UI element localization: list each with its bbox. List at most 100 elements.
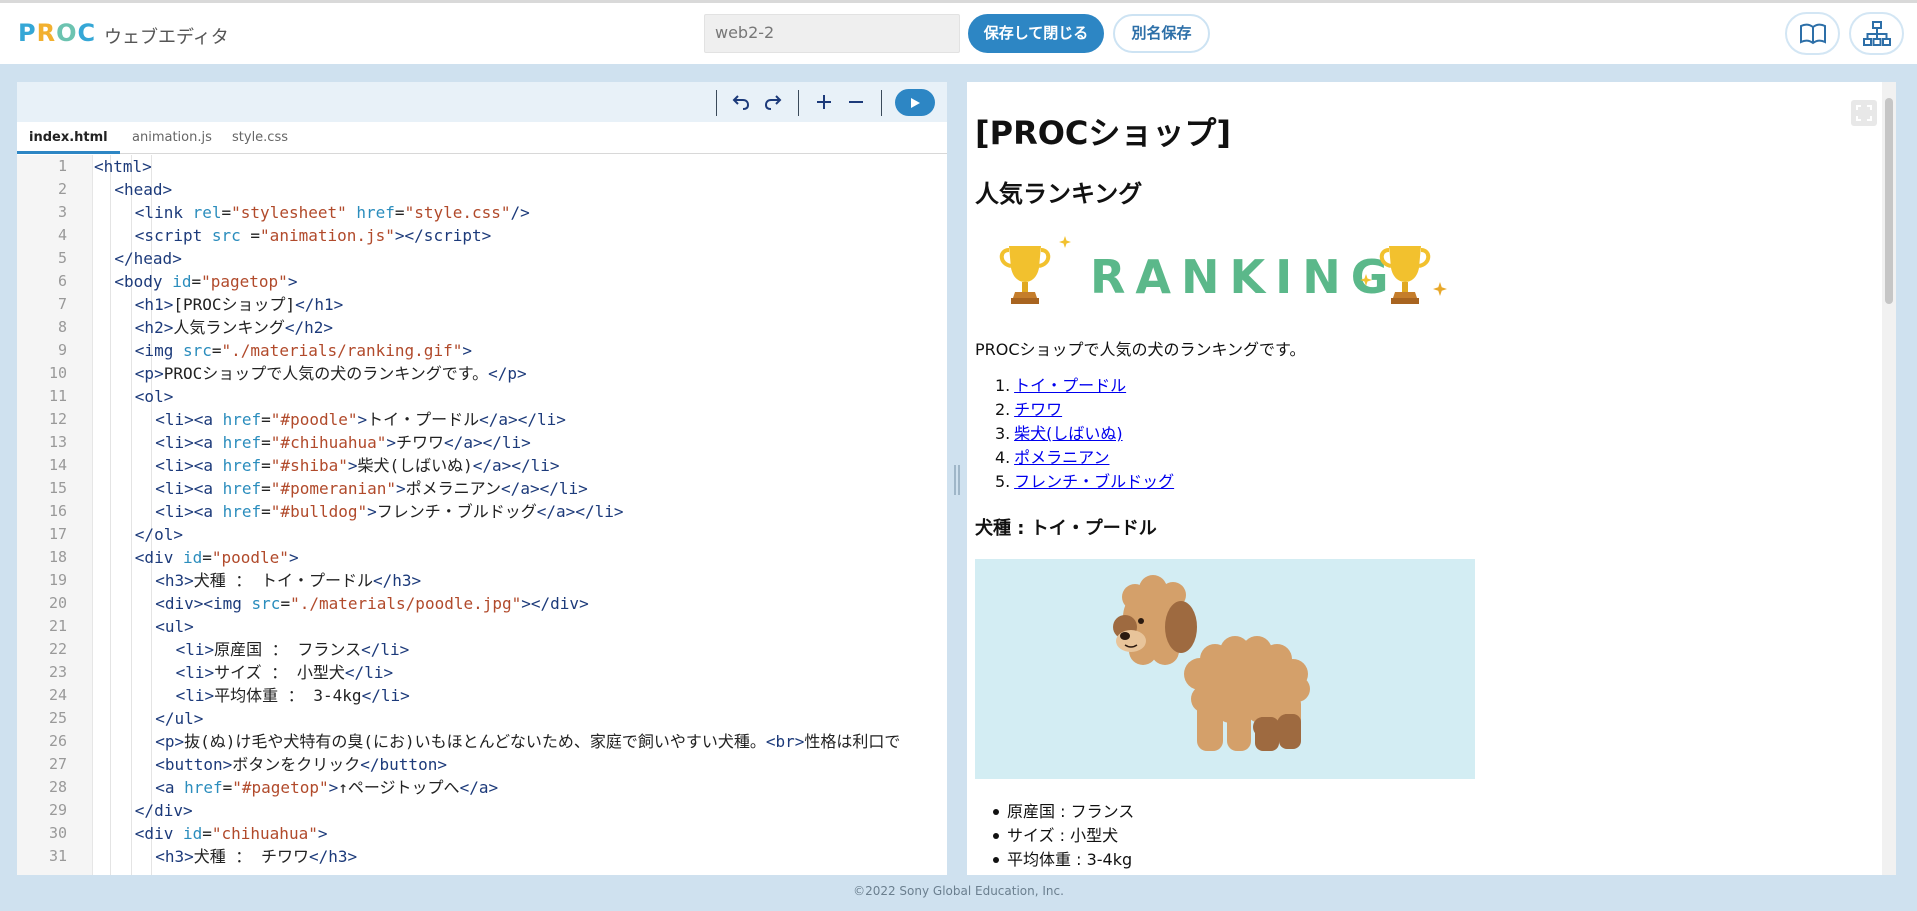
line-number: 8 <box>57 318 67 336</box>
code-text: <html> <box>94 157 152 176</box>
code-text: <link rel="stylesheet" href="style.css"/… <box>134 203 530 222</box>
line-number: 1 <box>57 157 67 175</box>
code-line: 11 <ol> <box>17 385 947 408</box>
ranking-link-bulldog[interactable]: フレンチ・ブルドッグ <box>1014 472 1174 491</box>
code-line: 20 <div><img src="./materials/poodle.jpg"… <box>17 592 947 615</box>
code-line: 12 <li><a href="#poodle">トイ・プードル</a></li> <box>17 408 947 431</box>
tab-animation-js[interactable]: animation.js <box>120 122 224 154</box>
line-number: 3 <box>57 203 67 221</box>
filename-input[interactable]: web2-2 <box>704 14 960 53</box>
sparkle-icon <box>1433 282 1447 296</box>
proc-logo: PROC <box>18 19 97 47</box>
line-number: 13 <box>48 433 67 451</box>
code-line: 15 <li><a href="#pomeranian">ポメラニアン</a></… <box>17 477 947 500</box>
code-text: <img src="./materials/ranking.gif"> <box>134 341 472 360</box>
panel-splitter[interactable] <box>954 465 960 495</box>
list-item: 原産国 : フランス <box>992 800 1134 824</box>
code-line: 27 <button>ボタンをクリック</button> <box>17 753 947 776</box>
book-button[interactable] <box>1785 12 1840 55</box>
code-area[interactable]: 1 <html> 2 <head> 3 <link rel="stylesheet" hr… <box>17 155 947 875</box>
list-number: 2. <box>995 400 1011 419</box>
line-number: 16 <box>48 502 67 520</box>
code-text: <div id="poodle"> <box>134 548 299 567</box>
ranking-link-shiba[interactable]: 柴犬(しばいぬ) <box>1014 424 1123 443</box>
code-text: <li><a href="#pomeranian">ポメラニアン</a></li… <box>155 479 588 498</box>
code-text: <button>ボタンをクリック</button> <box>155 755 447 774</box>
run-icon <box>911 97 920 108</box>
tab-style-css[interactable]: style.css <box>220 122 300 154</box>
preview-scrollbar[interactable] <box>1882 82 1896 875</box>
line-number: 5 <box>57 249 67 267</box>
run-button[interactable] <box>895 89 935 116</box>
zoom-in-button[interactable] <box>810 88 838 116</box>
toolbar-separator <box>716 90 717 116</box>
sparkle-icon <box>1360 274 1372 286</box>
ranking-link-pomeranian[interactable]: ポメラニアン <box>1014 448 1109 467</box>
ranking-list: 1. トイ・プードル 2. チワワ 3. 柴犬(しばいぬ) 4. ポメラニアン … <box>995 374 1174 494</box>
list-item: 4. ポメラニアン <box>995 446 1174 470</box>
line-number: 31 <box>48 847 67 865</box>
ranking-link-poodle[interactable]: トイ・プードル <box>1014 376 1126 395</box>
save-and-close-button[interactable]: 保存して閉じる <box>968 14 1104 53</box>
code-text: <head> <box>114 180 173 199</box>
toolbar-separator <box>798 90 799 116</box>
code-line: 18 <div id="poodle"> <box>17 546 947 569</box>
code-text: <ul> <box>155 617 194 636</box>
list-item: サイズ : 小型犬 <box>992 824 1134 848</box>
book-icon <box>1799 23 1826 44</box>
code-text: <li><a href="#chihuahua">チワワ</a></li> <box>155 433 531 452</box>
code-text: <div><img src="./materials/poodle.jpg"><… <box>155 594 589 613</box>
trophy-icon <box>1379 246 1431 304</box>
code-text: <li>平均体重 ： 3-4kg</li> <box>175 686 410 705</box>
line-number: 14 <box>48 456 67 474</box>
line-number: 2 <box>57 180 67 198</box>
code-line: 30 <div id="chihuahua"> <box>17 822 947 845</box>
preview-panel: [PROCショップ] 人気ランキング RANKING PROCショップで人気の犬… <box>967 82 1896 875</box>
code-line: 4 <script src ="animation.js"></script> <box>17 224 947 247</box>
list-item: 平均体重 : 3-4kg <box>992 848 1134 872</box>
list-number: 4. <box>995 448 1011 467</box>
code-line: 6 <body id="pagetop"> <box>17 270 947 293</box>
line-number: 27 <box>48 755 67 773</box>
code-text: <h2>人気ランキング</h2> <box>134 318 334 337</box>
redo-button[interactable] <box>759 88 787 116</box>
line-number: 22 <box>48 640 67 658</box>
code-text: </ul> <box>155 709 204 728</box>
line-number: 17 <box>48 525 67 543</box>
code-line: 5 </head> <box>17 247 947 270</box>
trophy-icon <box>999 246 1051 304</box>
undo-button[interactable] <box>727 88 755 116</box>
list-item: 5. フレンチ・ブルドッグ <box>995 470 1174 494</box>
code-text: <li>サイズ ： 小型犬</li> <box>175 663 394 682</box>
zoom-in-icon <box>817 95 831 109</box>
code-text: <p>抜(ぬ)け毛や犬特有の臭(にお)いもほとんどないため、家庭で飼いやすい犬種… <box>155 732 901 751</box>
line-number: 9 <box>57 341 67 359</box>
line-number: 11 <box>48 387 67 405</box>
code-line: 2 <head> <box>17 178 947 201</box>
scrollbar-thumb[interactable] <box>1885 98 1893 304</box>
code-text: <li><a href="#bulldog">フレンチ・ブルドッグ</a></l… <box>155 502 624 521</box>
zoom-out-button[interactable] <box>842 88 870 116</box>
preview-h1: [PROCショップ] <box>975 114 1232 152</box>
code-line: 13 <li><a href="#chihuahua">チワワ</a></li> <box>17 431 947 454</box>
code-line: 25 </ul> <box>17 707 947 730</box>
save-as-button[interactable]: 別名保存 <box>1113 14 1210 53</box>
tab-index-html[interactable]: index.html <box>17 122 120 154</box>
fullscreen-button[interactable] <box>1851 100 1877 126</box>
code-line: 28 <a href="#pagetop">↑ページトップへ</a> <box>17 776 947 799</box>
code-text: <h3>犬種 ： チワワ</h3> <box>155 847 358 866</box>
line-number: 10 <box>48 364 67 382</box>
ranking-link-chihuahua[interactable]: チワワ <box>1014 400 1062 419</box>
poodle-details-list: 原産国 : フランス サイズ : 小型犬 平均体重 : 3-4kg <box>992 800 1134 872</box>
list-number: 5. <box>995 472 1011 491</box>
footer-copyright: ©2022 Sony Global Education, Inc. <box>853 884 1064 898</box>
preview-h2: 人気ランキング <box>975 180 1143 208</box>
line-number: 30 <box>48 824 67 842</box>
toolbar-separator <box>881 90 882 116</box>
sitemap-button[interactable] <box>1849 12 1904 55</box>
code-line: 23 <li>サイズ ： 小型犬</li> <box>17 661 947 684</box>
line-number: 4 <box>57 226 67 244</box>
code-text: </ol> <box>134 525 183 544</box>
code-text: <li>原産国 ： フランス</li> <box>175 640 410 659</box>
app-title: ウェブエディタ <box>104 27 229 48</box>
